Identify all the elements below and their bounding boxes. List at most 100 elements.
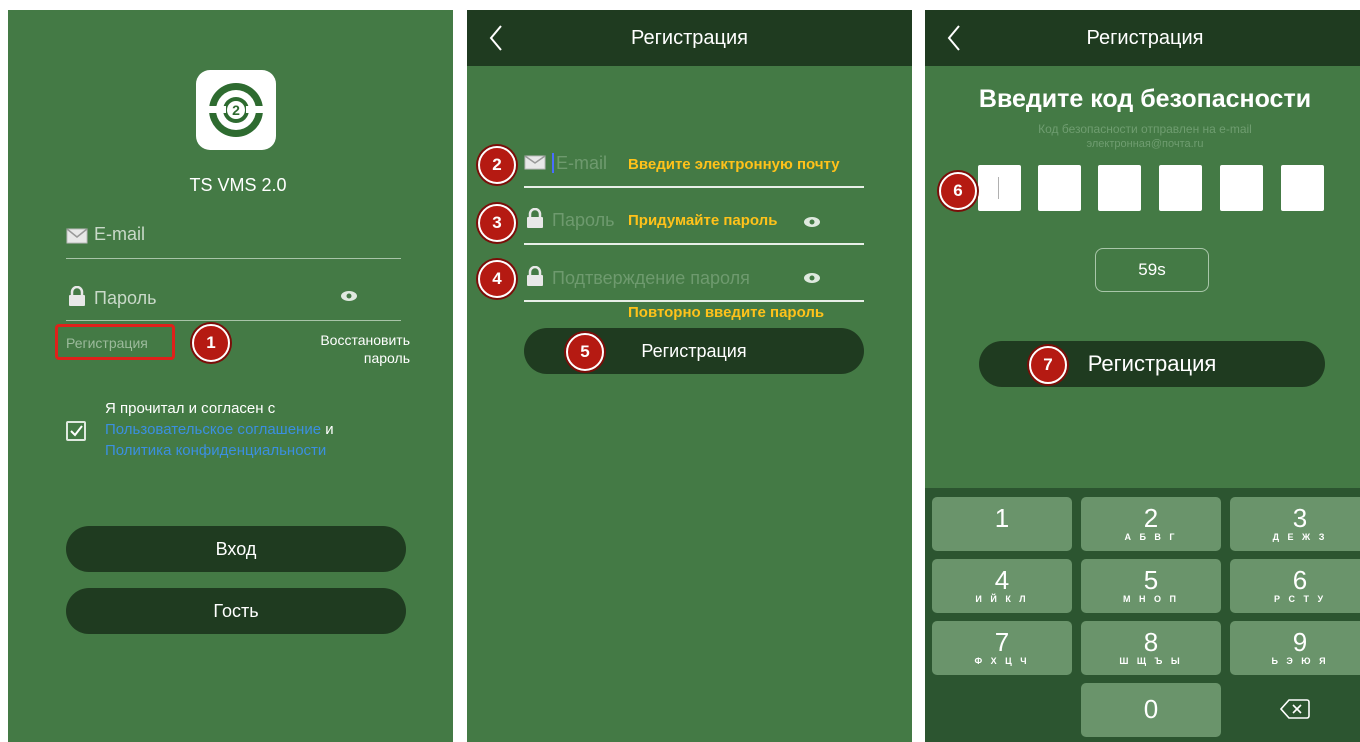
app-logo: 2 [196, 70, 276, 150]
email-field[interactable]: E-mail [66, 222, 401, 262]
email-input[interactable]: E-mail [556, 153, 607, 174]
key-6[interactable]: 6 Р С Т У [1230, 559, 1360, 613]
login-button-label: Вход [215, 539, 257, 559]
hint-email: Введите электронную почту [628, 156, 840, 173]
key-3-num: 3 [1292, 503, 1308, 533]
verify-email: электронная@почта.ru [1086, 138, 1204, 150]
lock-icon [69, 286, 85, 306]
code-digit-4[interactable] [1159, 165, 1202, 211]
password-input[interactable]: Пароль [552, 210, 614, 231]
key-1-num: 1 [994, 503, 1010, 533]
key-7[interactable]: 7 Ф Х Ц Ч [932, 621, 1072, 675]
step-badge-1: 1 [192, 324, 230, 362]
eye-icon[interactable] [803, 272, 821, 284]
and-text: и [325, 421, 334, 438]
lock-icon [527, 208, 543, 228]
user-agreement-link[interactable]: Пользовательское соглашение [105, 421, 321, 438]
confirm-underline [524, 300, 864, 302]
key-5-letters: М Н О П [1123, 594, 1179, 604]
text-cursor [552, 153, 554, 173]
key-4-num: 4 [994, 565, 1010, 595]
register-screen: Регистрация 2 E-mail Введите электронную… [467, 10, 912, 742]
verify-heading: Введите код безопасности [978, 85, 1312, 113]
key-5-num: 5 [1143, 565, 1159, 595]
register-button-label: Регистрация [641, 341, 747, 361]
code-digit-3[interactable] [1098, 165, 1141, 211]
key-4[interactable]: 4 И Й К Л [932, 559, 1072, 613]
envelope-icon [524, 155, 546, 170]
key-2[interactable]: 2 А Б В Г [1081, 497, 1221, 551]
password-underline [66, 320, 401, 321]
key-8-letters: Ш Щ Ъ Ы [1119, 656, 1183, 666]
key-4-letters: И Й К Л [975, 594, 1029, 604]
email-underline [66, 258, 401, 259]
key-5[interactable]: 5 М Н О П [1081, 559, 1221, 613]
resend-timer[interactable]: 59s [1095, 248, 1209, 292]
app-logo-icon: 2 [206, 83, 266, 137]
key-6-num: 6 [1292, 565, 1308, 595]
confirm-password-input[interactable]: Подтверждение пароля [552, 268, 750, 289]
key-0-num: 0 [1143, 694, 1159, 724]
key-0[interactable]: 0 [1081, 683, 1221, 737]
key-3[interactable]: 3 Д Е Ж З [1230, 497, 1360, 551]
navbar: Регистрация [467, 10, 912, 66]
key-7-letters: Ф Х Ц Ч [974, 656, 1030, 666]
key-7-num: 7 [994, 627, 1010, 657]
guest-button[interactable]: Гость [66, 588, 406, 634]
register-link[interactable]: Регистрация [55, 324, 175, 360]
page-title: Регистрация [631, 27, 748, 49]
key-6-letters: Р С Т У [1273, 594, 1327, 604]
restore-password-link[interactable]: Восстановить пароль [320, 331, 410, 367]
backspace-key[interactable] [1230, 683, 1360, 737]
register-button-label: Регистрация [1087, 351, 1217, 376]
step-badge-6: 6 [939, 172, 977, 210]
key-9-num: 9 [1292, 627, 1308, 657]
code-digit-5[interactable] [1220, 165, 1263, 211]
restore-line-1: Восстановить [320, 332, 410, 348]
step-badge-7: 7 [1029, 346, 1067, 384]
agree-checkbox[interactable] [66, 421, 86, 441]
login-screen: 2 TS VMS 2.0 E-mail Пароль Регистрация 1… [8, 10, 453, 742]
lock-icon [527, 266, 543, 286]
verify-subtext: Код безопасности отправлен на e-mail [1038, 122, 1252, 136]
hint-confirm: Повторно введите пароль [628, 304, 825, 321]
register-link-label: Регистрация [66, 335, 148, 351]
restore-line-2: пароль [363, 350, 410, 366]
agree-label: Я прочитал и согласен с [105, 400, 276, 417]
navbar: Регистрация [925, 10, 1360, 66]
code-cursor [998, 177, 999, 199]
guest-button-label: Гость [213, 601, 259, 621]
code-digit-2[interactable] [1038, 165, 1081, 211]
step-badge-4: 4 [478, 260, 516, 298]
login-button[interactable]: Вход [66, 526, 406, 572]
code-digit-6[interactable] [1281, 165, 1324, 211]
hint-password: Придумайте пароль [628, 212, 778, 229]
envelope-icon [66, 228, 88, 244]
backspace-icon [1280, 699, 1310, 719]
app-name: TS VMS 2.0 [189, 175, 287, 195]
key-8[interactable]: 8 Ш Щ Ъ Ы [1081, 621, 1221, 675]
agreement-text: Я прочитал и согласен с Пользовательское… [105, 398, 405, 461]
step-badge-3: 3 [478, 204, 516, 242]
checkmark-icon [70, 425, 83, 437]
timer-label: 59s [1138, 260, 1166, 279]
verify-screen: Регистрация Введите код безопасности Код… [925, 10, 1360, 742]
numeric-keypad: 1 2 А Б В Г 3 Д Е Ж З 4 И Й К Л 5 М Н О … [925, 488, 1360, 742]
email-underline [524, 186, 864, 188]
svg-text:2: 2 [232, 102, 240, 118]
key-3-letters: Д Е Ж З [1272, 532, 1328, 542]
key-9-letters: Ь Э Ю Я [1271, 656, 1329, 666]
key-1[interactable]: 1 [932, 497, 1072, 551]
page-title: Регистрация [1086, 27, 1204, 49]
step-badge-5: 5 [566, 333, 604, 371]
email-placeholder: E-mail [94, 224, 146, 244]
key-2-num: 2 [1143, 503, 1159, 533]
eye-icon[interactable] [340, 290, 358, 302]
password-underline [524, 243, 864, 245]
code-digit-1[interactable] [978, 165, 1021, 211]
password-placeholder: Пароль [94, 288, 157, 308]
key-9[interactable]: 9 Ь Э Ю Я [1230, 621, 1360, 675]
step-badge-2: 2 [478, 146, 516, 184]
eye-icon[interactable] [803, 216, 821, 228]
privacy-policy-link[interactable]: Политика конфиденциальности [105, 440, 405, 461]
